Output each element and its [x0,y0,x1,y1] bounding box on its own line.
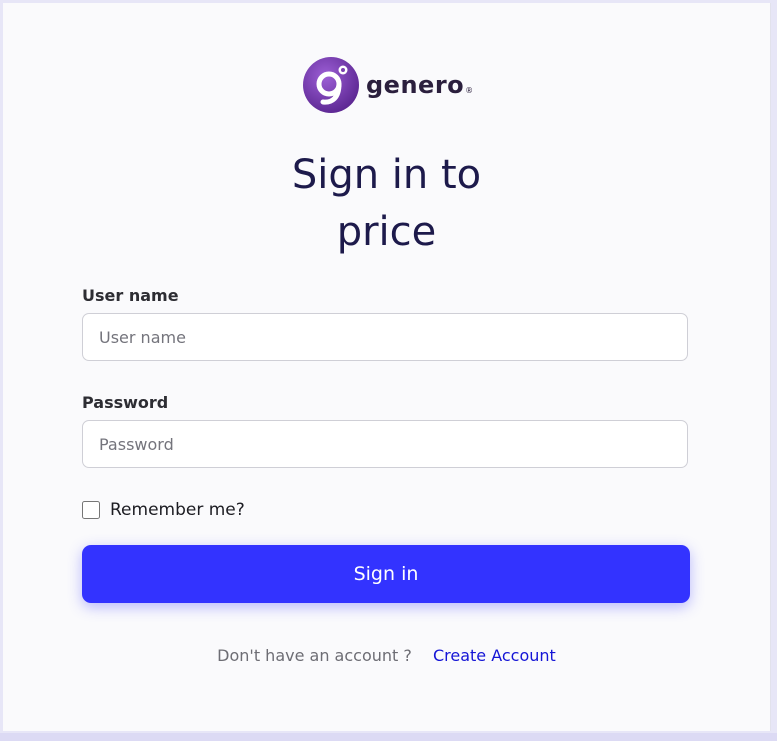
remember-me-row: Remember me? [82,498,245,522]
signup-prompt: Don't have an account ? Create Account [3,646,770,665]
remember-me-label[interactable]: Remember me? [110,500,245,520]
password-label: Password [82,393,169,412]
genero-logo-icon [303,57,359,113]
brand-registered-mark: ® [465,86,474,95]
username-label: User name [82,286,179,305]
username-input[interactable] [82,313,688,361]
page-title-line-2: price [336,209,437,255]
page-bottom-strip [0,733,777,741]
brand-name: genero [366,71,465,99]
page-title-line-1: Sign in to [291,152,482,198]
create-account-link[interactable]: Create Account [433,646,556,665]
password-input[interactable] [82,420,688,468]
sign-in-button[interactable]: Sign in [82,545,690,603]
remember-me-checkbox[interactable] [82,501,100,519]
login-card: genero ® Sign in to price User name Pass… [3,3,771,731]
signup-prompt-text: Don't have an account ? [217,646,412,665]
brand-logo: genero ® [302,55,482,115]
page-title: Sign in to price [3,147,770,261]
